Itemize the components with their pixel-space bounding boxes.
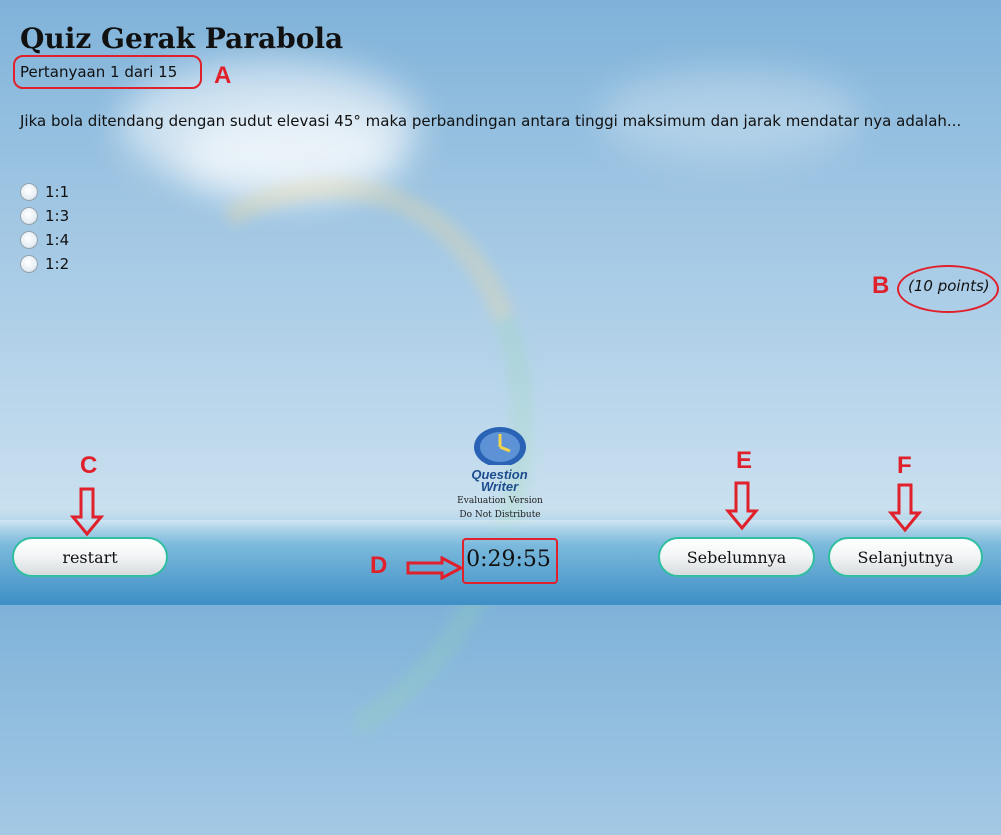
arrow-down-icon [725, 481, 759, 531]
option-label: 1:2 [45, 255, 70, 273]
annotation-label-b: B [872, 272, 890, 299]
annotation-label-a: A [214, 62, 232, 89]
annotation-highlight-d [462, 538, 558, 584]
option-label: 1:4 [45, 231, 70, 249]
annotation-highlight-b [897, 265, 999, 313]
arrow-down-icon [70, 487, 104, 537]
radio-button[interactable] [20, 207, 38, 225]
annotation-label-f: F [897, 452, 912, 479]
logo-line-2: Writer [480, 479, 519, 494]
radio-button[interactable] [20, 231, 38, 249]
question-text: Jika bola ditendang dengan sudut elevasi… [20, 112, 962, 130]
option-label: 1:3 [45, 207, 70, 225]
radio-button[interactable] [20, 255, 38, 273]
annotation-highlight-a [13, 55, 202, 89]
restart-button[interactable]: restart [12, 537, 168, 577]
next-button[interactable]: Selanjutnya [828, 537, 983, 577]
option-1[interactable]: 1:1 [20, 180, 69, 204]
eval-line-2: Do Not Distribute [459, 510, 541, 520]
option-4[interactable]: 1:2 [20, 252, 69, 276]
previous-button[interactable]: Sebelumnya [658, 537, 815, 577]
annotation-label-e: E [736, 447, 753, 474]
option-label: 1:1 [45, 183, 70, 201]
option-3[interactable]: 1:4 [20, 228, 69, 252]
annotation-label-c: C [80, 452, 98, 479]
question-writer-logo: Question Writer [452, 425, 547, 493]
arrow-right-icon [406, 556, 464, 580]
evaluation-notice: Evaluation Version Do Not Distribute [440, 494, 560, 522]
quiz-title: Quiz Gerak Parabola [20, 22, 344, 55]
answer-options: 1:1 1:3 1:4 1:2 [20, 180, 69, 276]
arrow-down-icon [888, 483, 922, 533]
annotation-label-d: D [370, 552, 388, 579]
option-2[interactable]: 1:3 [20, 204, 69, 228]
eval-line-1: Evaluation Version [457, 496, 543, 506]
radio-button[interactable] [20, 183, 38, 201]
globe-clock-icon [473, 427, 526, 467]
